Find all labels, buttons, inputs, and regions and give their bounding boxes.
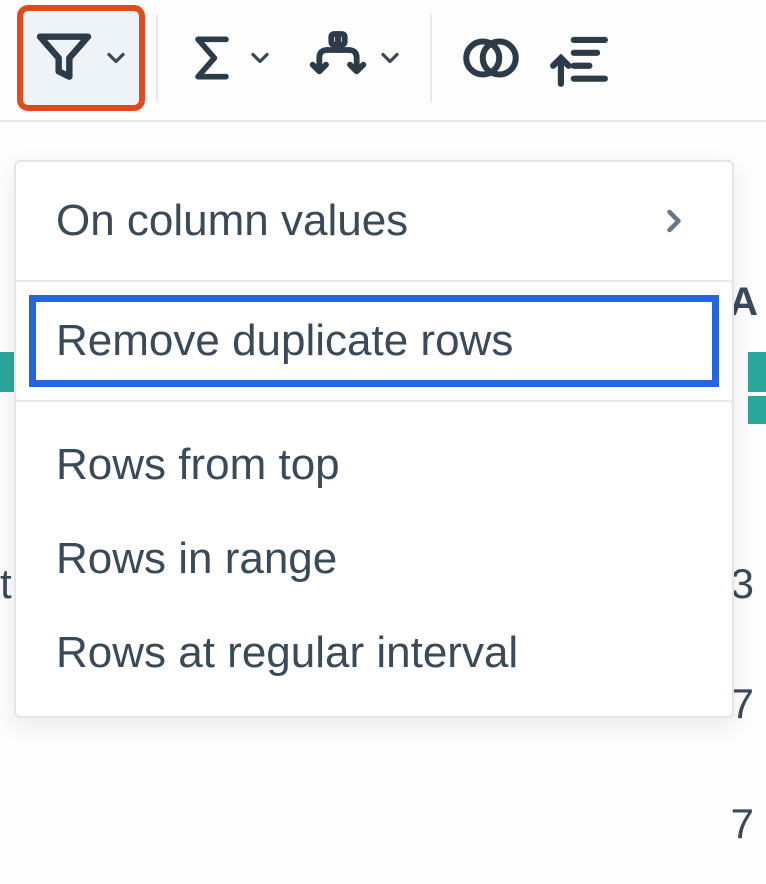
join-icon xyxy=(458,25,524,91)
toolbar-divider xyxy=(156,14,158,102)
column-accent-bar xyxy=(748,396,766,424)
column-accent-bar xyxy=(748,352,766,392)
column-accent-bar xyxy=(0,352,14,392)
toolbar-bottom-border xyxy=(0,120,766,122)
menu-item-rows-in-range[interactable]: Rows in range xyxy=(16,512,732,606)
chevron-down-icon xyxy=(102,44,130,72)
cell-value: 7 xyxy=(731,680,754,728)
join-button[interactable] xyxy=(446,8,536,108)
toolbar xyxy=(0,0,766,120)
menu-item-remove-duplicate-rows[interactable]: Remove duplicate rows xyxy=(16,282,732,400)
menu-item-rows-from-top[interactable]: Rows from top xyxy=(16,402,732,512)
chevron-down-icon xyxy=(376,44,404,72)
pivot-button[interactable] xyxy=(294,8,416,108)
chevron-down-icon xyxy=(246,44,274,72)
pivot-icon xyxy=(306,26,370,90)
menu-item-label: On column values xyxy=(56,196,408,246)
filter-funnel-icon xyxy=(32,26,96,90)
menu-item-rows-at-regular-interval[interactable]: Rows at regular interval xyxy=(16,606,732,716)
sigma-icon xyxy=(184,30,240,86)
chevron-right-icon xyxy=(656,203,692,239)
menu-item-label: Rows at regular interval xyxy=(56,628,518,678)
cell-value: 3 xyxy=(731,560,754,608)
menu-item-label: Rows from top xyxy=(56,440,340,490)
menu-item-on-column-values[interactable]: On column values xyxy=(16,162,732,280)
toolbar-divider xyxy=(430,14,432,102)
row-label: t xyxy=(0,560,12,608)
filter-dropdown-menu: On column values Remove duplicate rows R… xyxy=(14,160,734,718)
cell-value: 7 xyxy=(731,800,754,848)
menu-item-label: Remove duplicate rows xyxy=(56,316,513,366)
aggregate-button[interactable] xyxy=(172,8,286,108)
sort-button[interactable] xyxy=(544,8,622,108)
menu-item-label: Rows in range xyxy=(56,534,337,584)
sort-icon xyxy=(548,27,610,89)
filter-button[interactable] xyxy=(20,8,142,108)
